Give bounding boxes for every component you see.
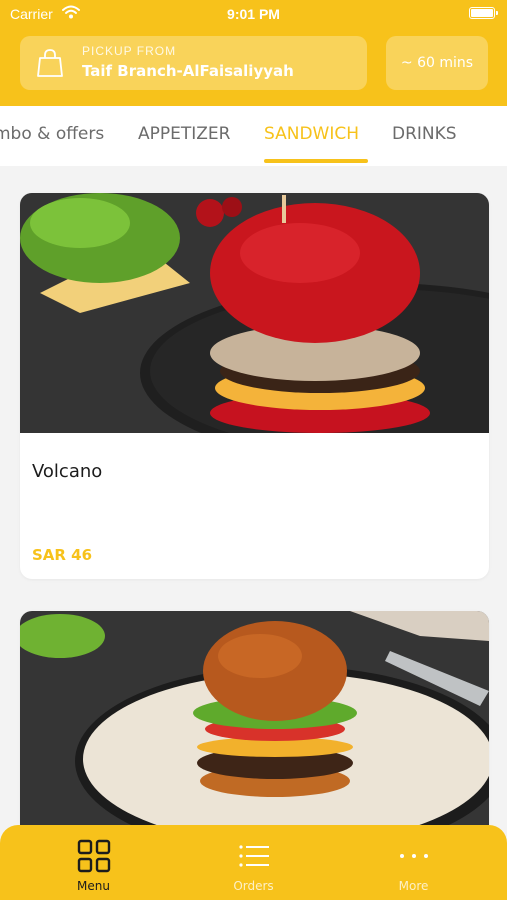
pickup-label: PICKUP FROM: [82, 44, 177, 58]
nav-menu[interactable]: Menu: [9, 825, 178, 900]
product-price: SAR 46: [32, 546, 93, 564]
red-bun-burger-photo: [20, 193, 489, 433]
product-name: Volcano: [32, 461, 103, 482]
nav-menu-label: Menu: [77, 879, 110, 893]
nav-orders-label: Orders: [233, 879, 274, 893]
category-tabs: mbo & offers APPETIZER SANDWICH DRINKS: [0, 106, 507, 166]
nav-more[interactable]: More: [329, 825, 498, 900]
tab-combo-offers[interactable]: mbo & offers: [0, 124, 104, 144]
bottom-navigation: Menu Orders More: [0, 825, 507, 900]
nav-more-label: More: [398, 879, 429, 893]
classic-burger-photo: [20, 611, 489, 851]
eta-button[interactable]: ~ 60 mins: [386, 36, 488, 90]
branch-name: Taif Branch-AlFaisaliyyah: [82, 62, 294, 80]
tab-appetizer[interactable]: APPETIZER: [138, 124, 230, 144]
nav-orders[interactable]: Orders: [169, 825, 338, 900]
app-screen: Carrier 9:01 PM PICKUP FROM Taif Branch-…: [0, 0, 507, 900]
tab-drinks[interactable]: DRINKS: [392, 124, 457, 144]
active-tab-indicator: [264, 159, 368, 163]
status-time: 9:01 PM: [227, 6, 280, 22]
grid-icon: [77, 839, 111, 873]
list-icon: [239, 845, 269, 867]
battery-icon: [469, 7, 498, 19]
pickup-location-button[interactable]: PICKUP FROM Taif Branch-AlFaisaliyyah: [20, 36, 367, 90]
status-bar: Carrier 9:01 PM: [0, 0, 507, 28]
dots-icon: [400, 854, 428, 858]
shopping-bag-icon: [37, 49, 63, 77]
header: Carrier 9:01 PM PICKUP FROM Taif Branch-…: [0, 0, 507, 106]
tab-sandwich[interactable]: SANDWICH: [264, 124, 359, 144]
product-card[interactable]: Volcano SAR 46: [20, 193, 489, 579]
